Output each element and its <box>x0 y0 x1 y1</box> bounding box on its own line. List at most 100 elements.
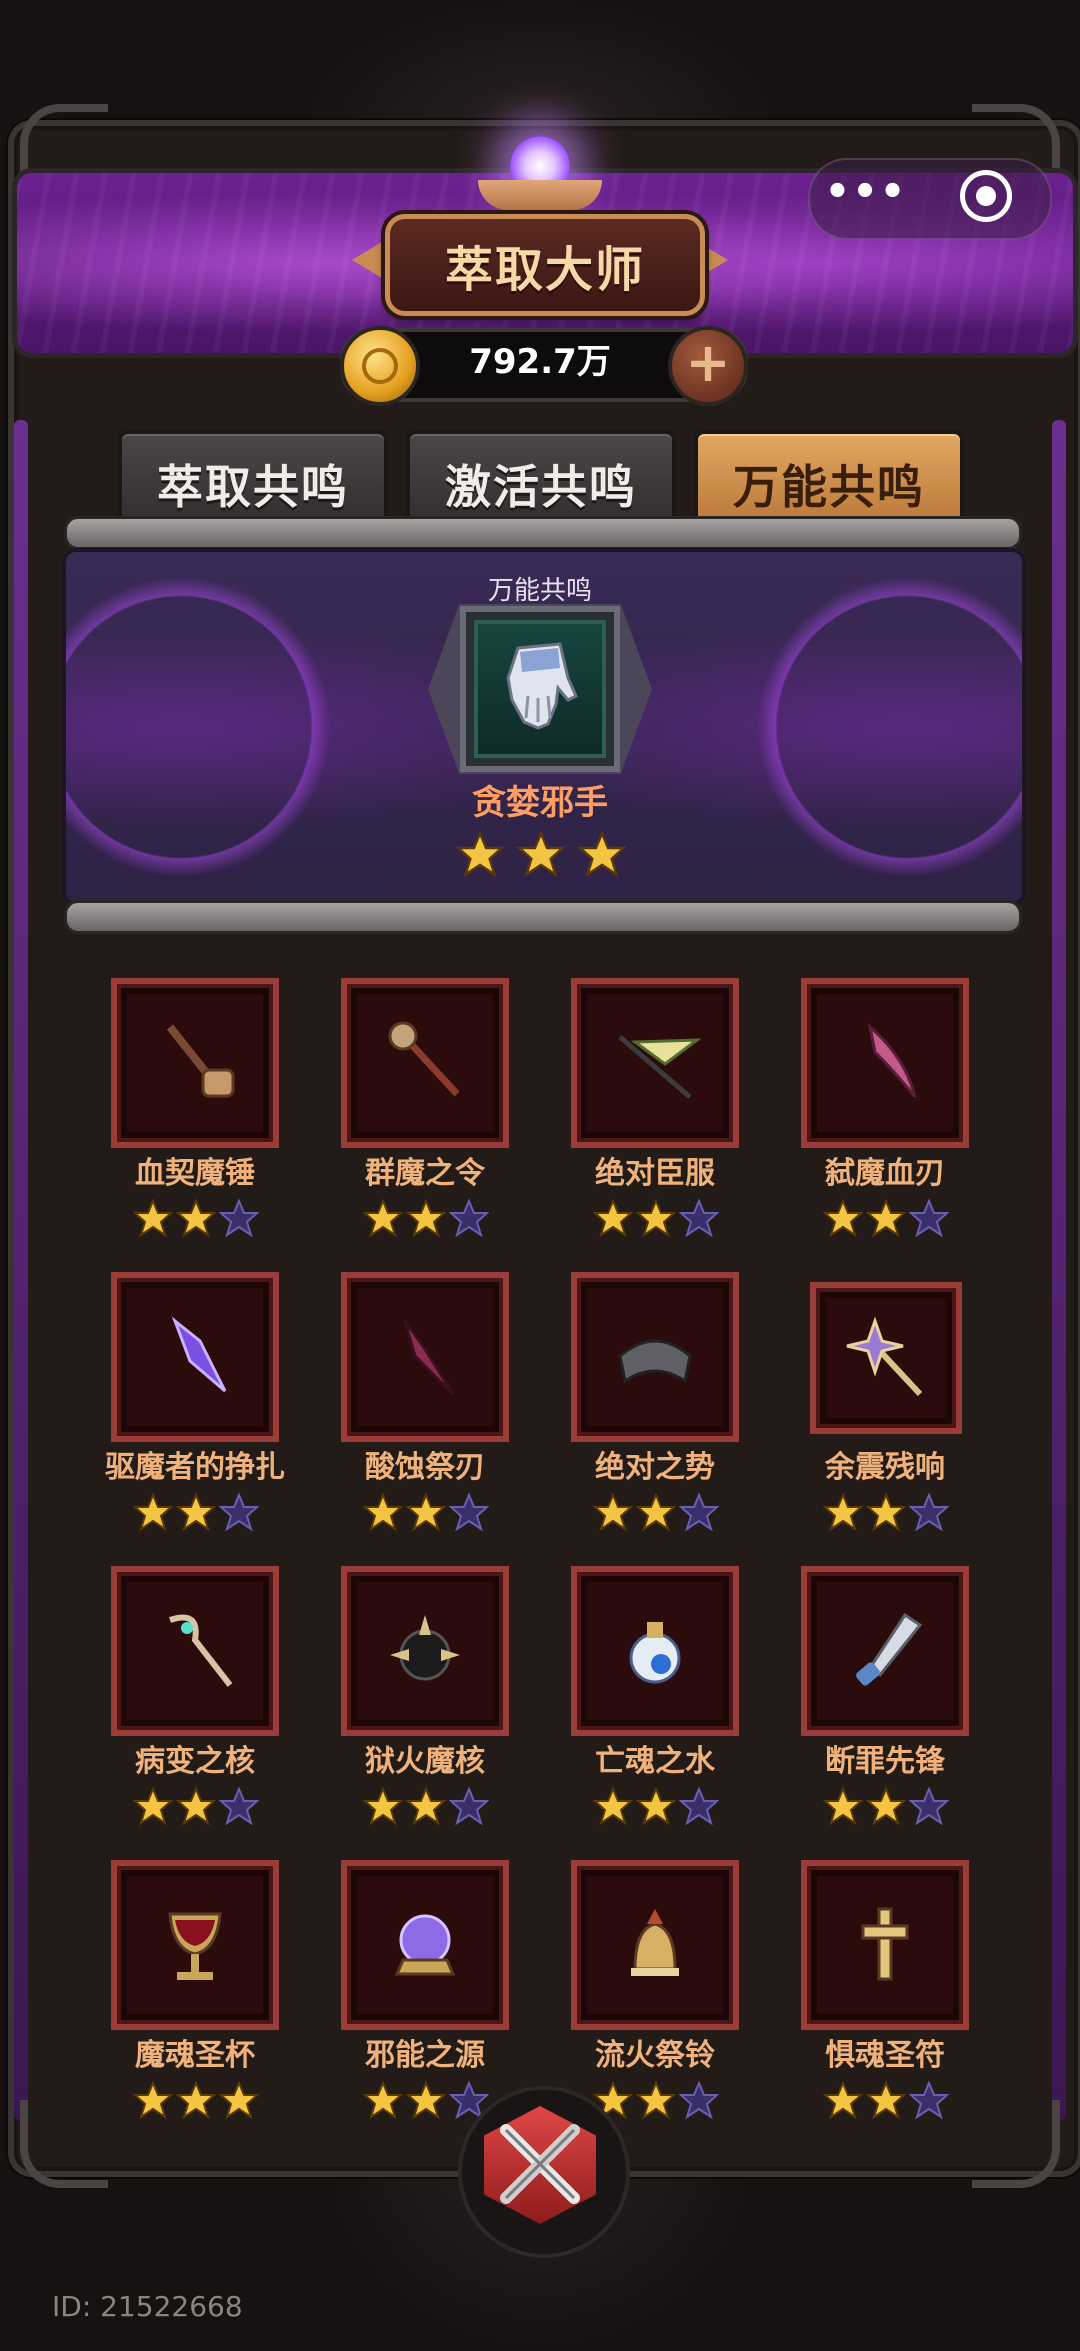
star-empty-icon <box>219 1786 259 1826</box>
cross-icon <box>861 1907 909 1981</box>
item-name: 亡魂之水 <box>595 1744 715 1779</box>
add-currency-button[interactable]: + <box>668 326 748 406</box>
star-empty-icon <box>909 1198 949 1238</box>
item-card[interactable]: 亡魂之水 <box>550 1558 780 1852</box>
item-card[interactable]: 余震残响 <box>780 1264 1010 1558</box>
featured-item-name: 贪婪邪手 <box>472 783 608 823</box>
item-name: 驱魔者的挣扎 <box>105 1450 285 1485</box>
star-mace-icon <box>846 1316 923 1397</box>
star-rating <box>363 1786 489 1826</box>
item-card[interactable]: 群魔之令 <box>320 970 550 1264</box>
item-card[interactable]: 狱火魔核 <box>320 1558 550 1852</box>
staff-icon <box>169 1614 233 1687</box>
star-empty-icon <box>679 2080 719 2120</box>
star-filled-icon <box>176 1786 216 1826</box>
featured-star-rating <box>456 830 626 880</box>
item-name: 断罪先锋 <box>825 1744 945 1779</box>
item-name: 流火祭铃 <box>595 2038 715 2073</box>
item-name: 邪能之源 <box>365 2038 485 2073</box>
hammer-icon <box>166 1024 235 1098</box>
item-card[interactable]: 驱魔者的挣扎 <box>90 1264 320 1558</box>
star-filled-icon <box>133 1492 173 1532</box>
frame-left-rail <box>14 420 28 2120</box>
gauntlet-icon <box>506 642 578 730</box>
star-rating <box>133 1786 259 1826</box>
star-empty-icon <box>909 1786 949 1826</box>
star-filled-icon <box>133 2080 173 2120</box>
item-name: 魔魂圣杯 <box>135 2038 255 2073</box>
star-empty-icon <box>449 1786 489 1826</box>
potion-icon <box>629 1622 681 1684</box>
star-filled-icon <box>363 2080 403 2120</box>
star-rating <box>133 2080 259 2120</box>
star-empty-icon <box>679 1786 719 1826</box>
target-icon[interactable] <box>960 170 1012 222</box>
spiked-core-icon <box>390 1615 460 1681</box>
star-empty-icon <box>909 1492 949 1532</box>
star-filled-icon <box>406 1198 446 1238</box>
top-ornament <box>300 0 780 130</box>
star-rating <box>593 1786 719 1826</box>
item-grid: 血契魔锤 群魔之令 绝对臣服 弑魔血刃驱魔者的挣扎 酸蚀祭刃 绝对之势 余震残响病变之核 狱火… <box>90 970 990 2130</box>
star-filled-icon <box>517 830 565 878</box>
item-card[interactable]: 绝对之势 <box>550 1264 780 1558</box>
divider <box>64 516 1022 550</box>
curved-blade-icon <box>867 1023 917 1098</box>
hand-icon <box>478 180 602 210</box>
star-empty-icon <box>219 1198 259 1238</box>
item-card[interactable]: 绝对臣服 <box>550 970 780 1264</box>
star-filled-icon <box>176 2080 216 2120</box>
star-filled-icon <box>866 2080 906 2120</box>
star-filled-icon <box>636 2080 676 2120</box>
star-filled-icon <box>823 1198 863 1238</box>
star-rating <box>823 1786 949 1826</box>
item-card[interactable]: 惧魂圣符 <box>780 1852 1010 2146</box>
star-filled-icon <box>363 1198 403 1238</box>
item-card[interactable]: 弑魔血刃 <box>780 970 1010 1264</box>
star-rating <box>823 1492 949 1532</box>
star-empty-icon <box>219 1492 259 1532</box>
bracer-icon <box>618 1339 692 1384</box>
more-menu-button[interactable]: ••• <box>816 166 916 226</box>
item-name: 病变之核 <box>135 1744 255 1779</box>
star-rating <box>593 2080 719 2120</box>
frame-right-rail <box>1052 420 1066 2120</box>
star-filled-icon <box>866 1786 906 1826</box>
item-name: 血契魔锤 <box>135 1156 255 1191</box>
crossed-swords-close-icon[interactable] <box>486 2110 594 2218</box>
bell-icon <box>631 1909 679 1976</box>
item-name: 绝对之势 <box>595 1450 715 1485</box>
item-card[interactable]: 病变之核 <box>90 1558 320 1852</box>
item-name: 群魔之令 <box>365 1156 485 1191</box>
gold-coin-icon <box>340 326 420 406</box>
item-card[interactable]: 血契魔锤 <box>90 970 320 1264</box>
currency-amount: 792.7万 <box>469 342 611 382</box>
star-filled-icon <box>823 1786 863 1826</box>
star-filled-icon <box>406 2080 446 2120</box>
star-filled-icon <box>456 830 504 878</box>
star-filled-icon <box>823 2080 863 2120</box>
star-filled-icon <box>636 1198 676 1238</box>
star-filled-icon <box>176 1492 216 1532</box>
star-filled-icon <box>219 2080 259 2120</box>
star-filled-icon <box>176 1198 216 1238</box>
page-title: 萃取大师 <box>444 242 645 298</box>
item-name: 绝对臣服 <box>595 1156 715 1191</box>
star-filled-icon <box>636 1492 676 1532</box>
item-card[interactable]: 酸蚀祭刃 <box>320 1264 550 1558</box>
star-rating <box>823 1198 949 1238</box>
divider <box>64 900 1022 934</box>
star-empty-icon <box>679 1492 719 1532</box>
star-rating <box>593 1198 719 1238</box>
item-card[interactable]: 魔魂圣杯 <box>90 1852 320 2146</box>
star-filled-icon <box>823 1492 863 1532</box>
item-name: 惧魂圣符 <box>825 2038 945 2073</box>
item-card[interactable]: 断罪先锋 <box>780 1558 1010 1852</box>
item-name: 弑魔血刃 <box>825 1156 945 1191</box>
star-filled-icon <box>406 1786 446 1826</box>
star-filled-icon <box>363 1786 403 1826</box>
star-empty-icon <box>449 1198 489 1238</box>
item-name: 酸蚀祭刃 <box>365 1450 485 1485</box>
item-name: 余震残响 <box>825 1450 945 1485</box>
purple-blade-icon <box>171 1316 227 1393</box>
